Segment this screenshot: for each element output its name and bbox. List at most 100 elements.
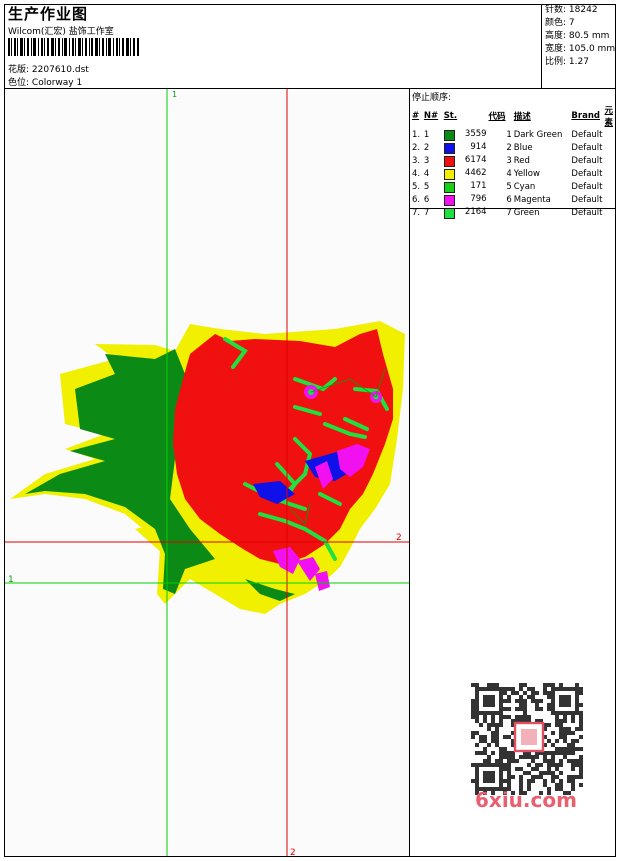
stat-value: 18242: [568, 5, 598, 15]
colorway-label: 色位:: [8, 78, 30, 88]
color-row: 2. 2 914 2 Blue Default: [411, 141, 614, 154]
row-stitches-cell: 914: [443, 141, 488, 154]
row-code: 4: [506, 168, 512, 179]
col-code: 代码: [488, 112, 506, 122]
row-num: 6.: [412, 194, 421, 205]
stat-label: 宽度:: [545, 44, 567, 54]
row-stitches: 796: [470, 193, 487, 204]
row-n: 1: [423, 129, 430, 140]
watermark: 6xiu.com: [475, 788, 577, 812]
row-desc: Magenta: [513, 194, 551, 205]
row-desc: Cyan: [513, 181, 536, 192]
row-stitches: 4462: [464, 167, 487, 178]
row-num: 3.: [412, 155, 421, 166]
row-element: [603, 193, 614, 206]
row-num: 2.: [412, 142, 421, 153]
row-brand: Default: [571, 168, 603, 179]
design-file-line: 花版: 2207610.dst: [8, 62, 89, 75]
color-row: 6. 6 796 6 Magenta Default: [411, 193, 614, 206]
color-row: 3. 3 6174 3 Red Default: [411, 154, 614, 167]
color-table-header: # N# St. 代码 描述 Brand 元素: [411, 104, 614, 128]
design-file: 2207610.dst: [31, 65, 89, 75]
guide-v2-label: 2: [290, 848, 296, 856]
row-n: 2: [423, 142, 430, 153]
col-num: #: [412, 111, 420, 121]
guide-v1-label: 1: [172, 90, 177, 99]
row-stitches-cell: 6174: [443, 154, 488, 167]
table-divider: [410, 208, 615, 209]
row-brand: Default: [571, 181, 603, 192]
stat-height: 高度: 80.5 mm: [542, 30, 616, 43]
page-title: 生产作业图: [8, 5, 89, 23]
design-label: 花版:: [8, 65, 30, 75]
row-brand: Default: [571, 142, 603, 153]
row-stitches-cell: 171: [443, 180, 488, 193]
barcode: [8, 38, 139, 56]
row-code: 5: [506, 181, 512, 192]
row-stitches: 914: [470, 141, 487, 152]
color-table: # N# St. 代码 描述 Brand 元素 1. 1 3559 1 Dark Gre…: [411, 104, 614, 219]
stop-sequence-title: 停止顺序:: [412, 93, 452, 103]
row-brand: Default: [571, 194, 603, 205]
color-swatch: [443, 142, 455, 154]
design-preview: 1 2 1 2: [5, 89, 409, 856]
color-swatch: [443, 168, 455, 180]
stat-value: 1.27: [568, 57, 589, 67]
stat-colors: 颜色: 7: [542, 17, 616, 30]
company-name: Wilcom(汇宏) 盐饰工作室: [8, 27, 114, 37]
color-row: 1. 1 3559 1 Dark Green Default: [411, 128, 614, 141]
row-desc: Red: [513, 155, 530, 166]
color-swatch: [443, 194, 455, 206]
row-desc: Yellow: [513, 168, 540, 179]
embroidery-artwork: 1 2 1 2: [5, 89, 409, 856]
color-row: 5. 5 171 5 Cyan Default: [411, 180, 614, 193]
row-element: [603, 180, 614, 193]
row-brand: Default: [571, 155, 603, 166]
row-stitches: 6174: [464, 154, 487, 165]
stat-value: 80.5 mm: [568, 31, 610, 41]
col-desc: 描述: [513, 112, 531, 122]
row-element: [603, 154, 614, 167]
stats-panel: 针数: 18242 颜色: 7 高度: 80.5 mm 宽度: 105.0 mm…: [541, 4, 616, 88]
col-brand: Brand: [571, 111, 600, 121]
stat-stitches: 针数: 18242: [542, 4, 616, 17]
qr-code: [471, 683, 583, 795]
color-swatch: [443, 207, 455, 219]
row-element: [603, 141, 614, 154]
colorway-value: Colorway 1: [31, 78, 83, 88]
col-n: N#: [423, 111, 439, 121]
guide-h2-label: 2: [396, 533, 402, 543]
row-desc: Blue: [513, 142, 533, 153]
stat-value: 105.0 mm: [568, 44, 616, 54]
row-n: 3: [423, 155, 430, 166]
row-brand: Default: [571, 129, 603, 140]
stat-label: 针数:: [545, 5, 567, 15]
row-stitches-cell: 796: [443, 193, 488, 206]
col-element: 元素: [604, 106, 613, 128]
color-row: 4. 4 4462 4 Yellow Default: [411, 167, 614, 180]
color-swatch: [443, 129, 455, 141]
color-swatch: [443, 155, 455, 167]
row-element: [603, 128, 614, 141]
stat-width: 宽度: 105.0 mm: [542, 43, 616, 56]
colorway-line: 色位: Colorway 1: [8, 75, 82, 88]
stat-label: 高度:: [545, 31, 567, 41]
row-n: 6: [423, 194, 430, 205]
row-num: 5.: [412, 181, 421, 192]
stat-label: 颜色:: [545, 18, 567, 28]
row-desc: Dark Green: [513, 129, 563, 140]
row-n: 4: [423, 168, 430, 179]
row-code: 2: [506, 142, 512, 153]
row-code: 6: [506, 194, 512, 205]
stat-label: 比例:: [545, 57, 567, 67]
row-stitches: 171: [470, 180, 487, 191]
color-swatch: [443, 181, 455, 193]
row-stitches: 3559: [464, 128, 487, 139]
row-num: 4.: [412, 168, 421, 179]
row-code: 1: [506, 129, 512, 140]
stat-scale: 比例: 1.27: [542, 56, 616, 69]
row-n: 5: [423, 181, 430, 192]
row-stitches-cell: 3559: [443, 128, 488, 141]
row-element: [603, 167, 614, 180]
col-st: St.: [443, 111, 458, 121]
